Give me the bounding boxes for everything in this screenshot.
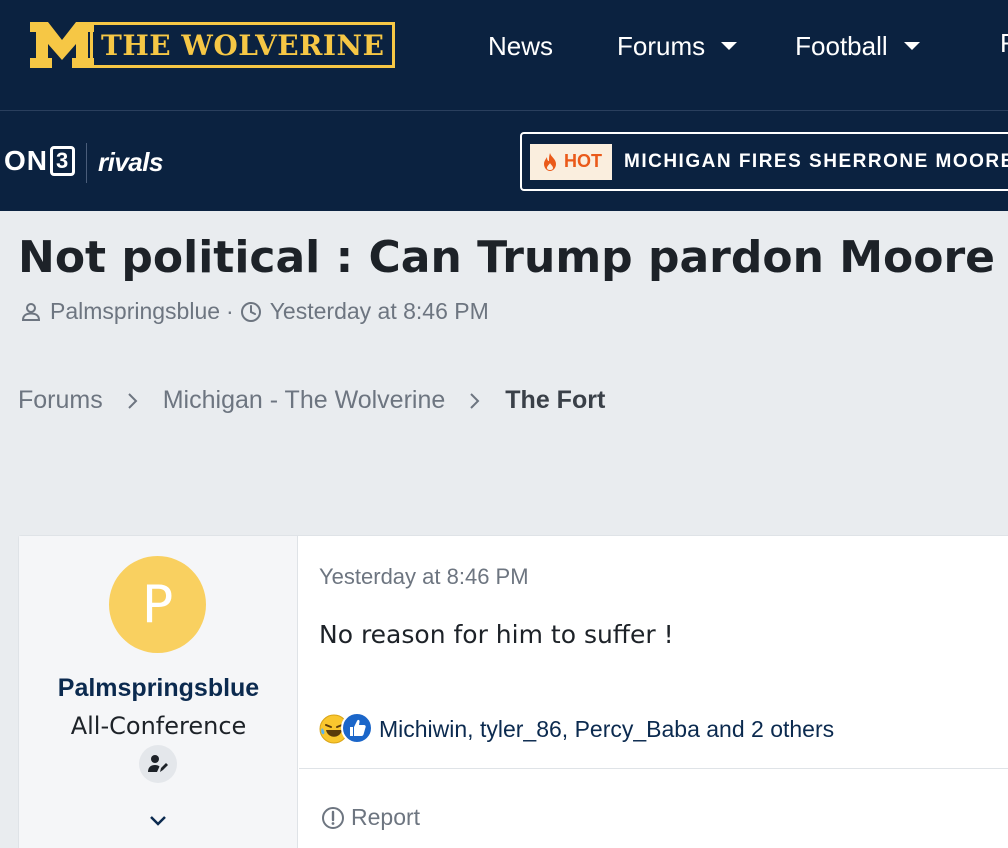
clock-icon [240, 301, 261, 322]
nav-forums-label: Forums [617, 30, 706, 61]
nav-item-partial[interactable]: F [1000, 28, 1008, 59]
report-label: Report [351, 804, 421, 830]
breadcrumb-forums[interactable]: Forums [18, 386, 103, 415]
report-icon [322, 806, 344, 829]
flame-icon [544, 152, 556, 171]
thread-author[interactable]: Palmspringsblue [50, 298, 220, 325]
chevron-down-icon[interactable] [147, 814, 169, 828]
hot-news-ticker[interactable]: HOT MICHIGAN FIRES SHERRONE MOORE [520, 132, 1008, 191]
breadcrumb: Forums Michigan - The Wolverine The Fort [18, 386, 605, 415]
nav-news-label: News [488, 30, 554, 61]
breadcrumb-michigan[interactable]: Michigan - The Wolverine [163, 386, 446, 415]
like-icon [341, 712, 373, 744]
main-nav: News Forums Football [488, 28, 920, 64]
hot-badge: HOT [530, 143, 612, 180]
post-footer-divider [299, 768, 1008, 769]
rivals-logo[interactable]: rivals [98, 147, 163, 178]
nav-football-label: Football [795, 30, 888, 61]
user-badge-icon[interactable] [139, 745, 177, 783]
logo-text: THE WOLVERINE [101, 28, 385, 62]
on3-logo-text: ON [4, 145, 48, 176]
caret-down-icon [721, 42, 738, 50]
post: P Palmspringsblue All-Conference Yesterd… [18, 535, 1008, 848]
post-message: No reason for him to suffer ! [319, 620, 674, 649]
post-user-panel: P Palmspringsblue All-Conference [19, 536, 298, 848]
nav-football[interactable]: Football [795, 31, 920, 62]
nav-forums[interactable]: Forums [617, 30, 738, 62]
avatar[interactable]: P [109, 556, 206, 653]
report-button[interactable]: Report [321, 804, 420, 831]
block-m-logo-icon [30, 22, 94, 68]
network-bar: ON 3 rivals HOT MICHIGAN FIRES SHERRONE … [0, 110, 1008, 211]
logo-text-box: THE WOLVERINE [90, 22, 396, 68]
avatar-letter: P [141, 574, 174, 635]
on3-logo-box: 3 [50, 146, 76, 176]
caret-down-icon [903, 42, 920, 50]
thread-date[interactable]: Yesterday at 8:46 PM [270, 298, 489, 325]
site-logo[interactable]: THE WOLVERINE [30, 22, 396, 68]
breadcrumb-the-fort[interactable]: The Fort [505, 386, 605, 415]
on3-logo[interactable]: ON 3 [4, 145, 76, 177]
post-date[interactable]: Yesterday at 8:46 PM [319, 564, 529, 590]
thread-meta: Palmspringsblue · Yesterday at 8:46 PM [20, 298, 489, 325]
logo-divider [86, 143, 87, 183]
ticker-headline[interactable]: MICHIGAN FIRES SHERRONE MOORE [624, 151, 1008, 173]
user-icon [21, 302, 41, 321]
top-navbar: THE WOLVERINE News Forums Football F [0, 0, 1008, 110]
thread-title: Not political : Can Trump pardon Moore ? [18, 232, 1008, 283]
reactions-bar[interactable]: Michiwin, tyler_86, Percy_Baba and 2 oth… [319, 712, 834, 746]
hot-label: HOT [564, 151, 602, 171]
meta-separator: · [226, 298, 234, 324]
post-body: Yesterday at 8:46 PM No reason for him t… [299, 536, 1008, 848]
nav-news[interactable]: News [488, 31, 553, 62]
user-title: All-Conference [70, 712, 247, 740]
reaction-icons [319, 712, 375, 746]
chevron-right-icon [470, 392, 480, 409]
post-username[interactable]: Palmspringsblue [19, 674, 298, 703]
chevron-right-icon [128, 392, 138, 409]
reaction-users[interactable]: Michiwin, tyler_86, Percy_Baba and 2 oth… [379, 716, 834, 743]
